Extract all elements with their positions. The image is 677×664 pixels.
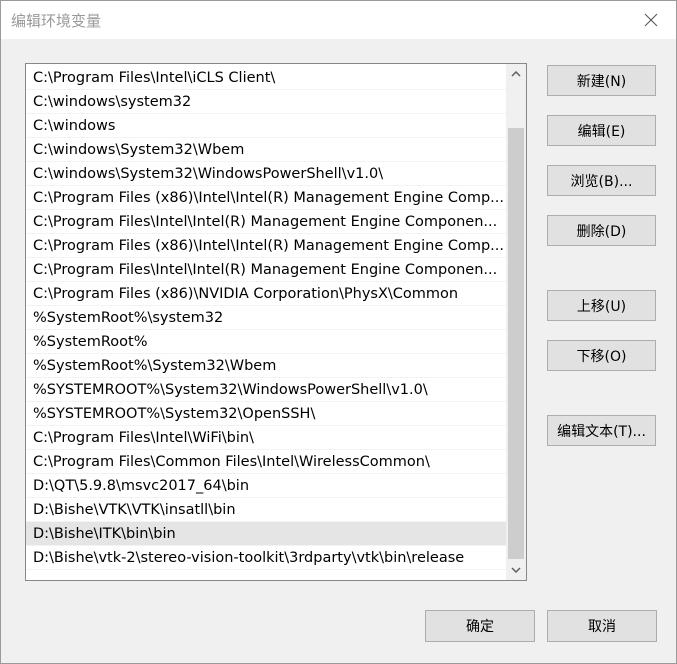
browse-button[interactable]: 浏览(B)... bbox=[547, 165, 656, 196]
list-item[interactable]: C:\windows\System32\Wbem bbox=[26, 138, 506, 162]
move-down-button[interactable]: 下移(O) bbox=[547, 340, 656, 371]
list-item[interactable]: C:\Program Files (x86)\Intel\Intel(R) Ma… bbox=[26, 234, 506, 258]
new-button[interactable]: 新建(N) bbox=[547, 65, 656, 96]
list-item[interactable]: D:\Bishe\vtk-2\stereo-vision-toolkit\3rd… bbox=[26, 546, 506, 570]
list-item[interactable]: C:\Program Files (x86)\NVIDIA Corporatio… bbox=[26, 282, 506, 306]
list-item[interactable]: C:\Program Files (x86)\Intel\Intel(R) Ma… bbox=[26, 186, 506, 210]
vertical-scrollbar[interactable] bbox=[506, 64, 526, 580]
scrollbar-thumb[interactable] bbox=[508, 128, 524, 559]
list-item[interactable]: %SystemRoot%\system32 bbox=[26, 306, 506, 330]
path-list: C:\Program Files\Intel\iCLS Client\ C:\wi… bbox=[26, 66, 506, 570]
close-button[interactable] bbox=[628, 1, 674, 39]
list-item[interactable]: C:\Program Files\Intel\WiFi\bin\ bbox=[26, 426, 506, 450]
list-item[interactable]: D:\QT\5.9.8\msvc2017_64\bin bbox=[26, 474, 506, 498]
edit-env-var-dialog: 编辑环境变量 C:\Program Files\Intel\iCLS Clien… bbox=[0, 0, 677, 664]
delete-button[interactable]: 删除(D) bbox=[547, 215, 656, 246]
path-listbox[interactable]: C:\Program Files\Intel\iCLS Client\ C:\wi… bbox=[25, 63, 527, 581]
scroll-up-button[interactable] bbox=[506, 64, 526, 84]
list-item[interactable]: C:\windows bbox=[26, 114, 506, 138]
edit-button[interactable]: 编辑(E) bbox=[547, 115, 656, 146]
list-item[interactable]: C:\Program Files\Intel\Intel(R) Manageme… bbox=[26, 210, 506, 234]
list-item[interactable]: D:\Bishe\ITK\bin\bin bbox=[26, 522, 506, 546]
ok-button[interactable]: 确定 bbox=[425, 610, 535, 642]
cancel-button[interactable]: 取消 bbox=[547, 610, 657, 642]
list-item[interactable]: C:\Program Files\Common Files\Intel\Wire… bbox=[26, 450, 506, 474]
move-up-button[interactable]: 上移(U) bbox=[547, 290, 656, 321]
scroll-down-arrow-icon bbox=[511, 567, 521, 573]
close-icon bbox=[644, 13, 658, 27]
edit-text-button[interactable]: 编辑文本(T)... bbox=[547, 415, 656, 446]
title-bar: 编辑环境变量 bbox=[1, 1, 676, 39]
window-title: 编辑环境变量 bbox=[11, 12, 102, 30]
list-item[interactable]: %SYSTEMROOT%\System32\OpenSSH\ bbox=[26, 402, 506, 426]
list-item[interactable]: %SYSTEMROOT%\System32\WindowsPowerShell\… bbox=[26, 378, 506, 402]
list-item[interactable]: %SystemRoot%\System32\Wbem bbox=[26, 354, 506, 378]
list-item[interactable]: C:\Program Files\Intel\Intel(R) Manageme… bbox=[26, 258, 506, 282]
list-item[interactable]: C:\windows\System32\WindowsPowerShell\v1… bbox=[26, 162, 506, 186]
scroll-up-arrow-icon bbox=[511, 71, 521, 77]
list-item[interactable]: C:\Program Files\Intel\iCLS Client\ bbox=[26, 66, 506, 90]
list-item[interactable]: C:\windows\system32 bbox=[26, 90, 506, 114]
list-item[interactable]: %SystemRoot% bbox=[26, 330, 506, 354]
list-item[interactable]: D:\Bishe\VTK\VTK\insatll\bin bbox=[26, 498, 506, 522]
scroll-down-button[interactable] bbox=[506, 560, 526, 580]
